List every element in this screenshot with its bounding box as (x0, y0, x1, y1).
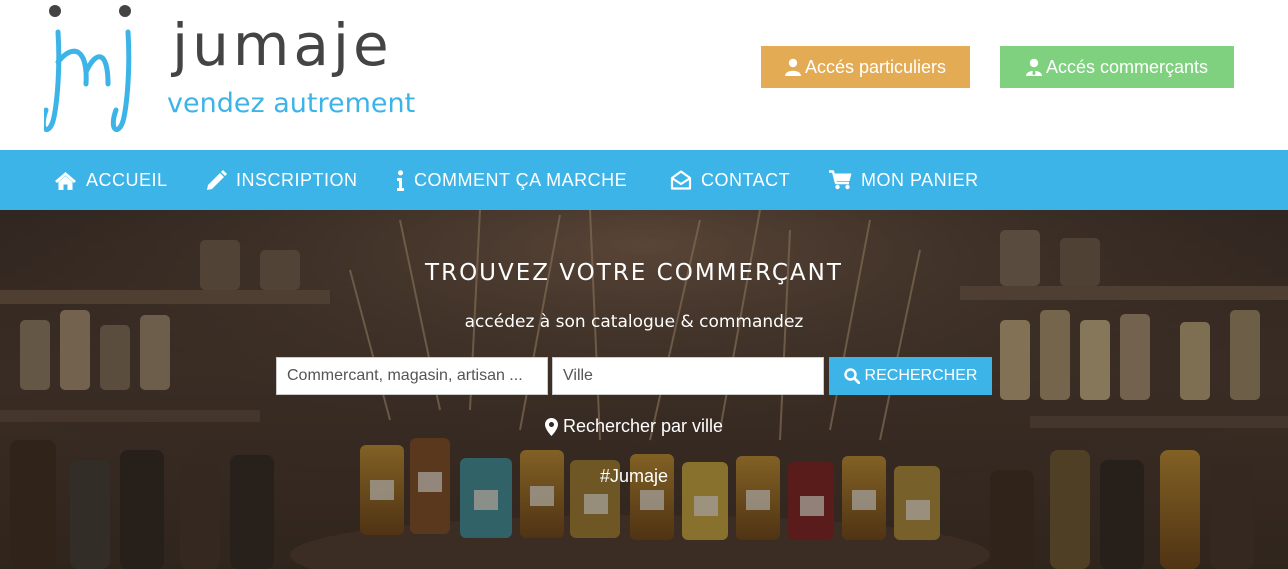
main-nav: ACCUEIL INSCRIPTION COMMENT ÇA MARCHE CO… (0, 150, 1288, 210)
hero-title: TROUVEZ VOTRE COMMERÇANT (425, 260, 843, 286)
access-commercants-button[interactable]: Accés commerçants (1000, 46, 1234, 88)
user-icon (784, 58, 801, 76)
site-header: jumaje vendez autrement Accés particulie… (0, 0, 1288, 150)
nav-item-contact[interactable]: CONTACT (670, 150, 790, 210)
search-by-city-link[interactable]: Rechercher par ville (0, 416, 1268, 437)
search-button-label: RECHERCHER (864, 367, 978, 384)
envelope-open-icon (670, 170, 692, 190)
logo[interactable]: jumaje vendez autrement (44, 2, 444, 142)
search-button[interactable]: RECHERCHER (829, 357, 992, 395)
access-commercants-label: Accés commerçants (1045, 56, 1209, 77)
hero-subtitle: accédez à son catalogue & commandez (464, 312, 804, 332)
hashtag: #Jumaje (599, 466, 669, 486)
info-icon (397, 169, 404, 191)
nav-item-inscription[interactable]: INSCRIPTION (206, 150, 358, 210)
nav-item-mon-panier[interactable]: MON PANIER (829, 150, 979, 210)
map-marker-icon (544, 417, 558, 436)
nav-item-label: ACCUEIL (86, 169, 168, 190)
search-by-city-label: Rechercher par ville (562, 416, 724, 436)
merchant-search-input[interactable] (276, 357, 548, 395)
access-particuliers-label: Accés particuliers (804, 56, 947, 77)
home-icon (55, 171, 76, 190)
nav-item-label: CONTACT (701, 169, 791, 190)
jumaje-monogram-icon (44, 5, 132, 132)
hero-banner: TROUVEZ VOTRE COMMERÇANT accédez à son c… (0, 210, 1288, 569)
nav-item-accueil[interactable]: ACCUEIL (54, 150, 168, 210)
nav-item-label: INSCRIPTION (236, 169, 358, 190)
cart-icon (829, 170, 852, 190)
nav-item-comment-ca-marche[interactable]: COMMENT ÇA MARCHE (396, 150, 627, 210)
city-search-input[interactable] (552, 357, 824, 395)
access-particuliers-button[interactable]: Accés particuliers (761, 46, 970, 88)
nav-item-label: COMMENT ÇA MARCHE (414, 169, 628, 190)
user-tie-icon (1025, 58, 1042, 76)
pencil-icon (207, 169, 227, 190)
nav-item-label: MON PANIER (861, 169, 979, 190)
logo-tagline: vendez autrement (167, 88, 416, 119)
logo-brand: jumaje (172, 11, 393, 79)
search-icon (843, 368, 860, 384)
